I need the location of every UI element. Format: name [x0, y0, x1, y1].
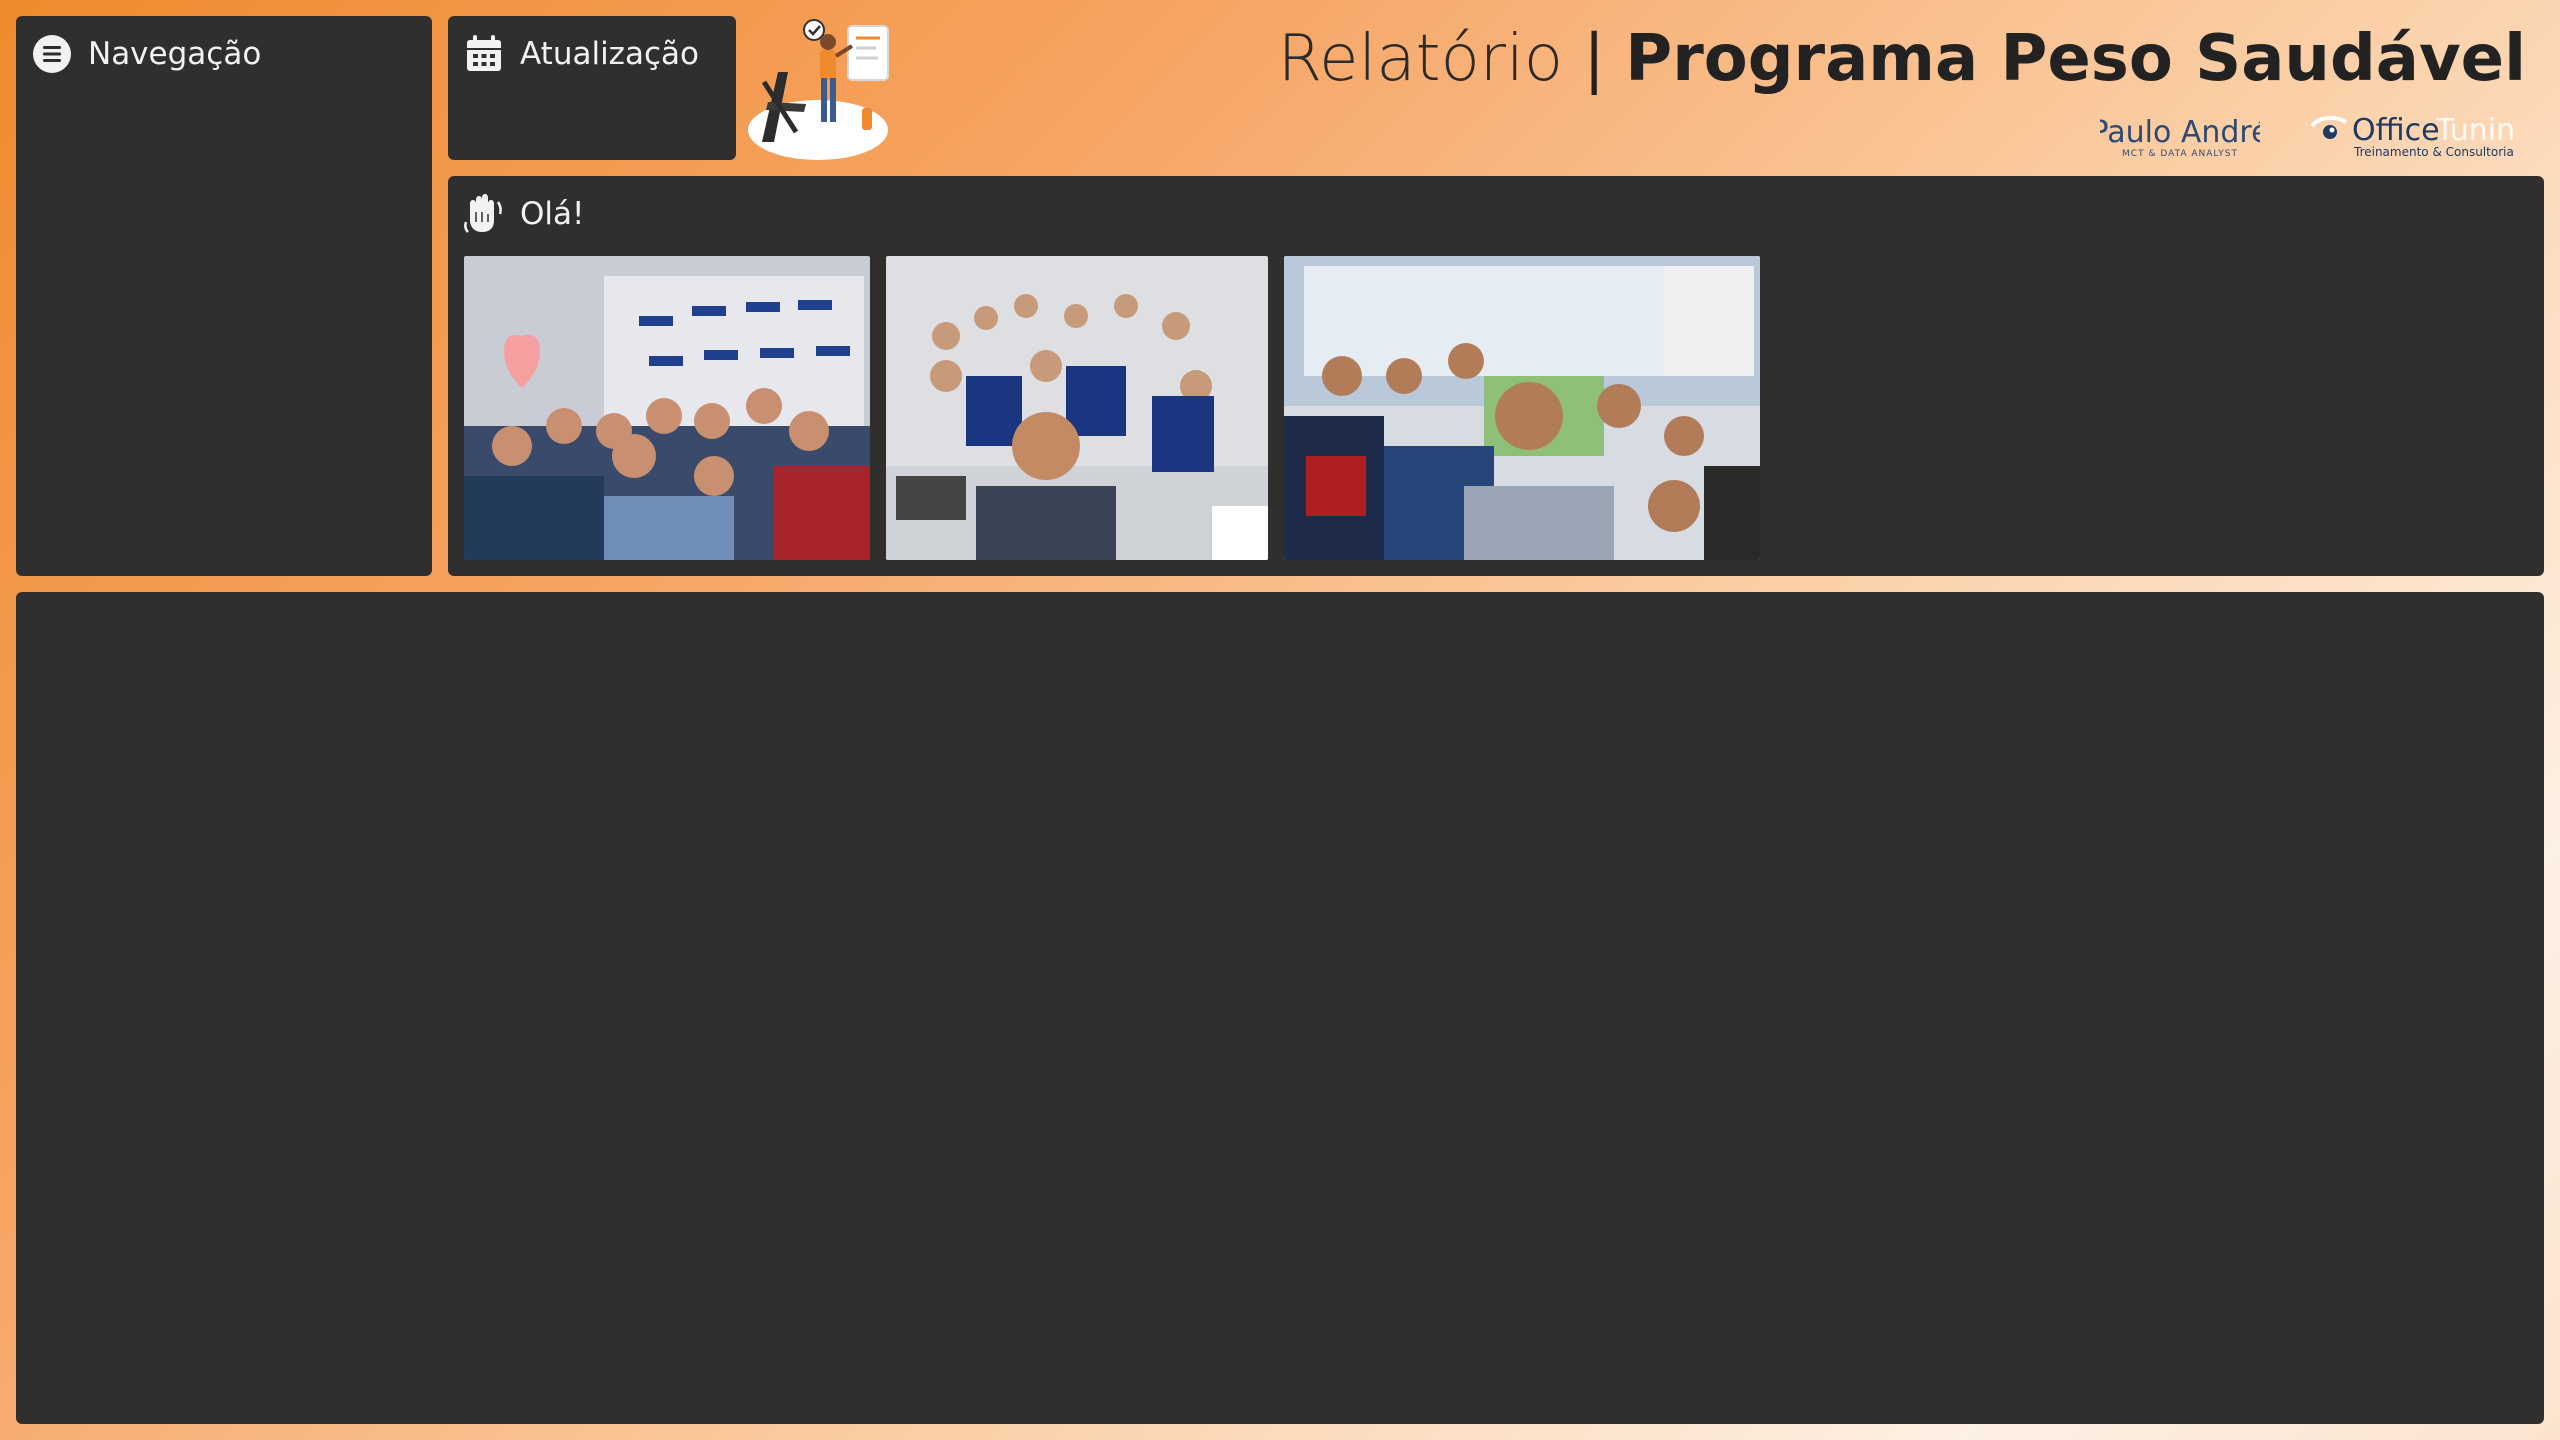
page-title: Relatório | Programa Peso Saudável — [1278, 22, 2526, 96]
logo-office-name-a: Office — [2352, 113, 2440, 148]
group-photo-3 — [1284, 256, 1760, 560]
page-title-separator: | — [1583, 22, 1605, 96]
office-tuning-logo: Office Tuning Treinamento & Consultoria — [2310, 113, 2516, 159]
hello-label: Olá! — [520, 196, 585, 232]
calendar-icon — [462, 32, 506, 76]
page-title-main: Programa Peso Saudável — [1625, 22, 2526, 96]
navigation-label: Navegação — [88, 36, 262, 72]
logo-paulo-name: Paulo André — [2100, 115, 2260, 150]
waving-hand-icon — [462, 192, 506, 236]
fitness-illustration — [748, 19, 889, 160]
page-title-prefix: Relatório — [1277, 22, 1564, 96]
menu-icon[interactable] — [30, 32, 74, 76]
logo-office-name-b: Tuning — [2435, 113, 2516, 148]
logo-office-sub: Treinamento & Consultoria — [2353, 145, 2514, 159]
update-header: Atualização — [462, 32, 699, 76]
update-label: Atualização — [520, 36, 699, 72]
hello-panel: Olá! — [448, 176, 2544, 576]
hello-header: Olá! — [462, 192, 584, 236]
paulo-andre-logo: Paulo André MCT & DATA ANALYST — [2100, 115, 2260, 159]
update-panel: Atualização — [448, 16, 736, 160]
group-photo-1 — [464, 256, 870, 560]
group-photo-2 — [886, 256, 1268, 560]
logo-paulo-sub: MCT & DATA ANALYST — [2122, 149, 2238, 159]
navigation-header[interactable]: Navegação — [30, 32, 261, 76]
main-content-panel — [16, 592, 2544, 1424]
navigation-panel: Navegação — [16, 16, 432, 576]
